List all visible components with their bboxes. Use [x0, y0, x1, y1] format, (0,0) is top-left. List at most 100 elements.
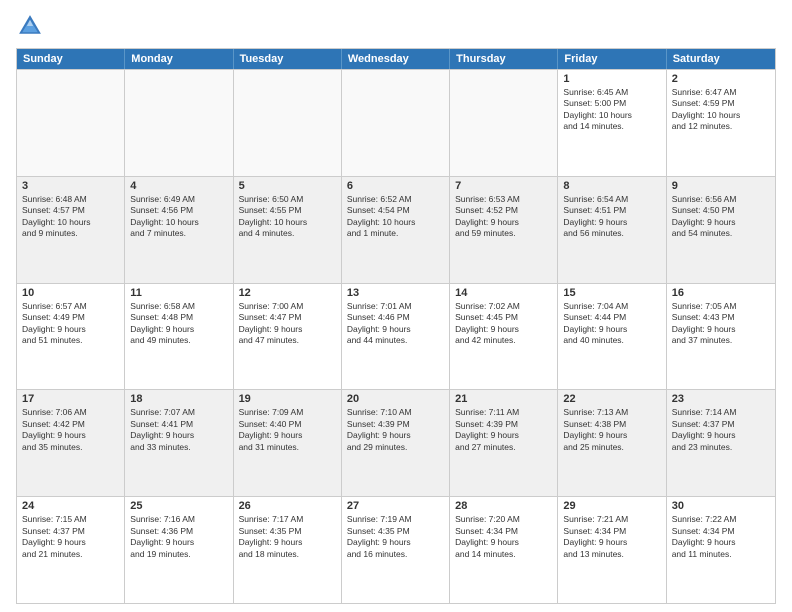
day-cell-27: 27 Sunrise: 7:19 AM Sunset: 4:35 PM Dayli…: [342, 497, 450, 603]
day-number: 9: [672, 180, 770, 192]
day-cell-2: 2Sunrise: 6:47 AM Sunset: 4:59 PM Daylig…: [667, 70, 775, 176]
empty-cell-0-4: [450, 70, 558, 176]
day-info: Sunrise: 7:00 AM Sunset: 4:47 PM Dayligh…: [239, 301, 336, 347]
day-cell-30: 30 Sunrise: 7:22 AM Sunset: 4:34 PM Dayli…: [667, 497, 775, 603]
day-cell-23: 23 Sunrise: 7:14 AM Sunset: 4:37 PM Dayli…: [667, 390, 775, 496]
day-number: 25: [130, 500, 227, 512]
day-info: Sunrise: 6:58 AM Sunset: 4:48 PM Dayligh…: [130, 301, 227, 347]
day-cell-12: 12 Sunrise: 7:00 AM Sunset: 4:47 PM Dayli…: [234, 284, 342, 390]
day-info: Sunrise: 7:21 AM Sunset: 4:34 PM Dayligh…: [563, 514, 660, 560]
weekday-header-thursday: Thursday: [450, 49, 558, 69]
day-cell-20: 20 Sunrise: 7:10 AM Sunset: 4:39 PM Dayli…: [342, 390, 450, 496]
day-number: 12: [239, 287, 336, 299]
day-number: 1: [563, 73, 660, 85]
day-info: Sunrise: 7:17 AM Sunset: 4:35 PM Dayligh…: [239, 514, 336, 560]
day-info: Sunrise: 7:09 AM Sunset: 4:40 PM Dayligh…: [239, 407, 336, 453]
day-info: Sunrise: 7:02 AM Sunset: 4:45 PM Dayligh…: [455, 301, 552, 347]
page: SundayMondayTuesdayWednesdayThursdayFrid…: [0, 0, 792, 612]
calendar-row-3: 17 Sunrise: 7:06 AM Sunset: 4:42 PM Dayli…: [17, 389, 775, 496]
day-info: Sunrise: 7:13 AM Sunset: 4:38 PM Dayligh…: [563, 407, 660, 453]
calendar-body: 1 Sunrise: 6:45 AM Sunset: 5:00 PM Daylig…: [17, 69, 775, 603]
calendar-row-1: 3 Sunrise: 6:48 AM Sunset: 4:57 PM Daylig…: [17, 176, 775, 283]
weekday-header-sunday: Sunday: [17, 49, 125, 69]
day-info: Sunrise: 6:49 AM Sunset: 4:56 PM Dayligh…: [130, 194, 227, 240]
day-number: 7: [455, 180, 552, 192]
empty-cell-0-2: [234, 70, 342, 176]
day-number: 16: [672, 287, 770, 299]
day-number: 3: [22, 180, 119, 192]
day-number: 26: [239, 500, 336, 512]
calendar-header: SundayMondayTuesdayWednesdayThursdayFrid…: [17, 49, 775, 69]
day-number: 27: [347, 500, 444, 512]
day-number: 29: [563, 500, 660, 512]
day-cell-28: 28 Sunrise: 7:20 AM Sunset: 4:34 PM Dayli…: [450, 497, 558, 603]
weekday-header-tuesday: Tuesday: [234, 49, 342, 69]
day-number: 13: [347, 287, 444, 299]
day-number: 14: [455, 287, 552, 299]
day-cell-9: 9Sunrise: 6:56 AM Sunset: 4:50 PM Daylig…: [667, 177, 775, 283]
logo: [16, 12, 48, 40]
day-info: Sunrise: 6:47 AM Sunset: 4:59 PM Dayligh…: [672, 87, 770, 133]
day-info: Sunrise: 6:48 AM Sunset: 4:57 PM Dayligh…: [22, 194, 119, 240]
day-info: Sunrise: 6:52 AM Sunset: 4:54 PM Dayligh…: [347, 194, 444, 240]
day-info: Sunrise: 7:19 AM Sunset: 4:35 PM Dayligh…: [347, 514, 444, 560]
weekday-header-friday: Friday: [558, 49, 666, 69]
logo-icon: [16, 12, 44, 40]
day-cell-5: 5Sunrise: 6:50 AM Sunset: 4:55 PM Daylig…: [234, 177, 342, 283]
day-info: Sunrise: 6:45 AM Sunset: 5:00 PM Dayligh…: [563, 87, 660, 133]
day-cell-8: 8 Sunrise: 6:54 AM Sunset: 4:51 PM Daylig…: [558, 177, 666, 283]
calendar-row-0: 1 Sunrise: 6:45 AM Sunset: 5:00 PM Daylig…: [17, 69, 775, 176]
day-cell-1: 1 Sunrise: 6:45 AM Sunset: 5:00 PM Daylig…: [558, 70, 666, 176]
empty-cell-0-1: [125, 70, 233, 176]
day-number: 22: [563, 393, 660, 405]
empty-cell-0-3: [342, 70, 450, 176]
empty-cell-0-0: [17, 70, 125, 176]
day-number: 17: [22, 393, 119, 405]
day-cell-14: 14 Sunrise: 7:02 AM Sunset: 4:45 PM Dayli…: [450, 284, 558, 390]
day-number: 28: [455, 500, 552, 512]
day-number: 23: [672, 393, 770, 405]
day-number: 21: [455, 393, 552, 405]
day-cell-17: 17 Sunrise: 7:06 AM Sunset: 4:42 PM Dayli…: [17, 390, 125, 496]
day-cell-15: 15Sunrise: 7:04 AM Sunset: 4:44 PM Dayli…: [558, 284, 666, 390]
day-cell-4: 4 Sunrise: 6:49 AM Sunset: 4:56 PM Daylig…: [125, 177, 233, 283]
day-cell-19: 19 Sunrise: 7:09 AM Sunset: 4:40 PM Dayli…: [234, 390, 342, 496]
day-number: 8: [563, 180, 660, 192]
day-info: Sunrise: 7:15 AM Sunset: 4:37 PM Dayligh…: [22, 514, 119, 560]
day-cell-11: 11Sunrise: 6:58 AM Sunset: 4:48 PM Dayli…: [125, 284, 233, 390]
calendar-row-2: 10Sunrise: 6:57 AM Sunset: 4:49 PM Dayli…: [17, 283, 775, 390]
day-info: Sunrise: 6:54 AM Sunset: 4:51 PM Dayligh…: [563, 194, 660, 240]
day-info: Sunrise: 7:04 AM Sunset: 4:44 PM Dayligh…: [563, 301, 660, 347]
day-info: Sunrise: 7:11 AM Sunset: 4:39 PM Dayligh…: [455, 407, 552, 453]
weekday-header-saturday: Saturday: [667, 49, 775, 69]
day-info: Sunrise: 7:20 AM Sunset: 4:34 PM Dayligh…: [455, 514, 552, 560]
day-cell-29: 29 Sunrise: 7:21 AM Sunset: 4:34 PM Dayli…: [558, 497, 666, 603]
day-number: 4: [130, 180, 227, 192]
day-cell-24: 24 Sunrise: 7:15 AM Sunset: 4:37 PM Dayli…: [17, 497, 125, 603]
day-cell-22: 22 Sunrise: 7:13 AM Sunset: 4:38 PM Dayli…: [558, 390, 666, 496]
day-info: Sunrise: 7:22 AM Sunset: 4:34 PM Dayligh…: [672, 514, 770, 560]
header: [16, 12, 776, 40]
day-cell-16: 16 Sunrise: 7:05 AM Sunset: 4:43 PM Dayli…: [667, 284, 775, 390]
day-info: Sunrise: 7:07 AM Sunset: 4:41 PM Dayligh…: [130, 407, 227, 453]
day-cell-26: 26 Sunrise: 7:17 AM Sunset: 4:35 PM Dayli…: [234, 497, 342, 603]
calendar-row-4: 24 Sunrise: 7:15 AM Sunset: 4:37 PM Dayli…: [17, 496, 775, 603]
day-number: 10: [22, 287, 119, 299]
day-cell-21: 21 Sunrise: 7:11 AM Sunset: 4:39 PM Dayli…: [450, 390, 558, 496]
weekday-header-wednesday: Wednesday: [342, 49, 450, 69]
day-info: Sunrise: 7:05 AM Sunset: 4:43 PM Dayligh…: [672, 301, 770, 347]
weekday-header-monday: Monday: [125, 49, 233, 69]
day-info: Sunrise: 6:50 AM Sunset: 4:55 PM Dayligh…: [239, 194, 336, 240]
day-number: 20: [347, 393, 444, 405]
day-number: 6: [347, 180, 444, 192]
day-info: Sunrise: 7:01 AM Sunset: 4:46 PM Dayligh…: [347, 301, 444, 347]
day-number: 19: [239, 393, 336, 405]
day-cell-18: 18Sunrise: 7:07 AM Sunset: 4:41 PM Dayli…: [125, 390, 233, 496]
day-cell-13: 13 Sunrise: 7:01 AM Sunset: 4:46 PM Dayli…: [342, 284, 450, 390]
day-number: 24: [22, 500, 119, 512]
calendar: SundayMondayTuesdayWednesdayThursdayFrid…: [16, 48, 776, 604]
day-info: Sunrise: 7:06 AM Sunset: 4:42 PM Dayligh…: [22, 407, 119, 453]
day-info: Sunrise: 7:14 AM Sunset: 4:37 PM Dayligh…: [672, 407, 770, 453]
day-number: 30: [672, 500, 770, 512]
day-info: Sunrise: 7:10 AM Sunset: 4:39 PM Dayligh…: [347, 407, 444, 453]
